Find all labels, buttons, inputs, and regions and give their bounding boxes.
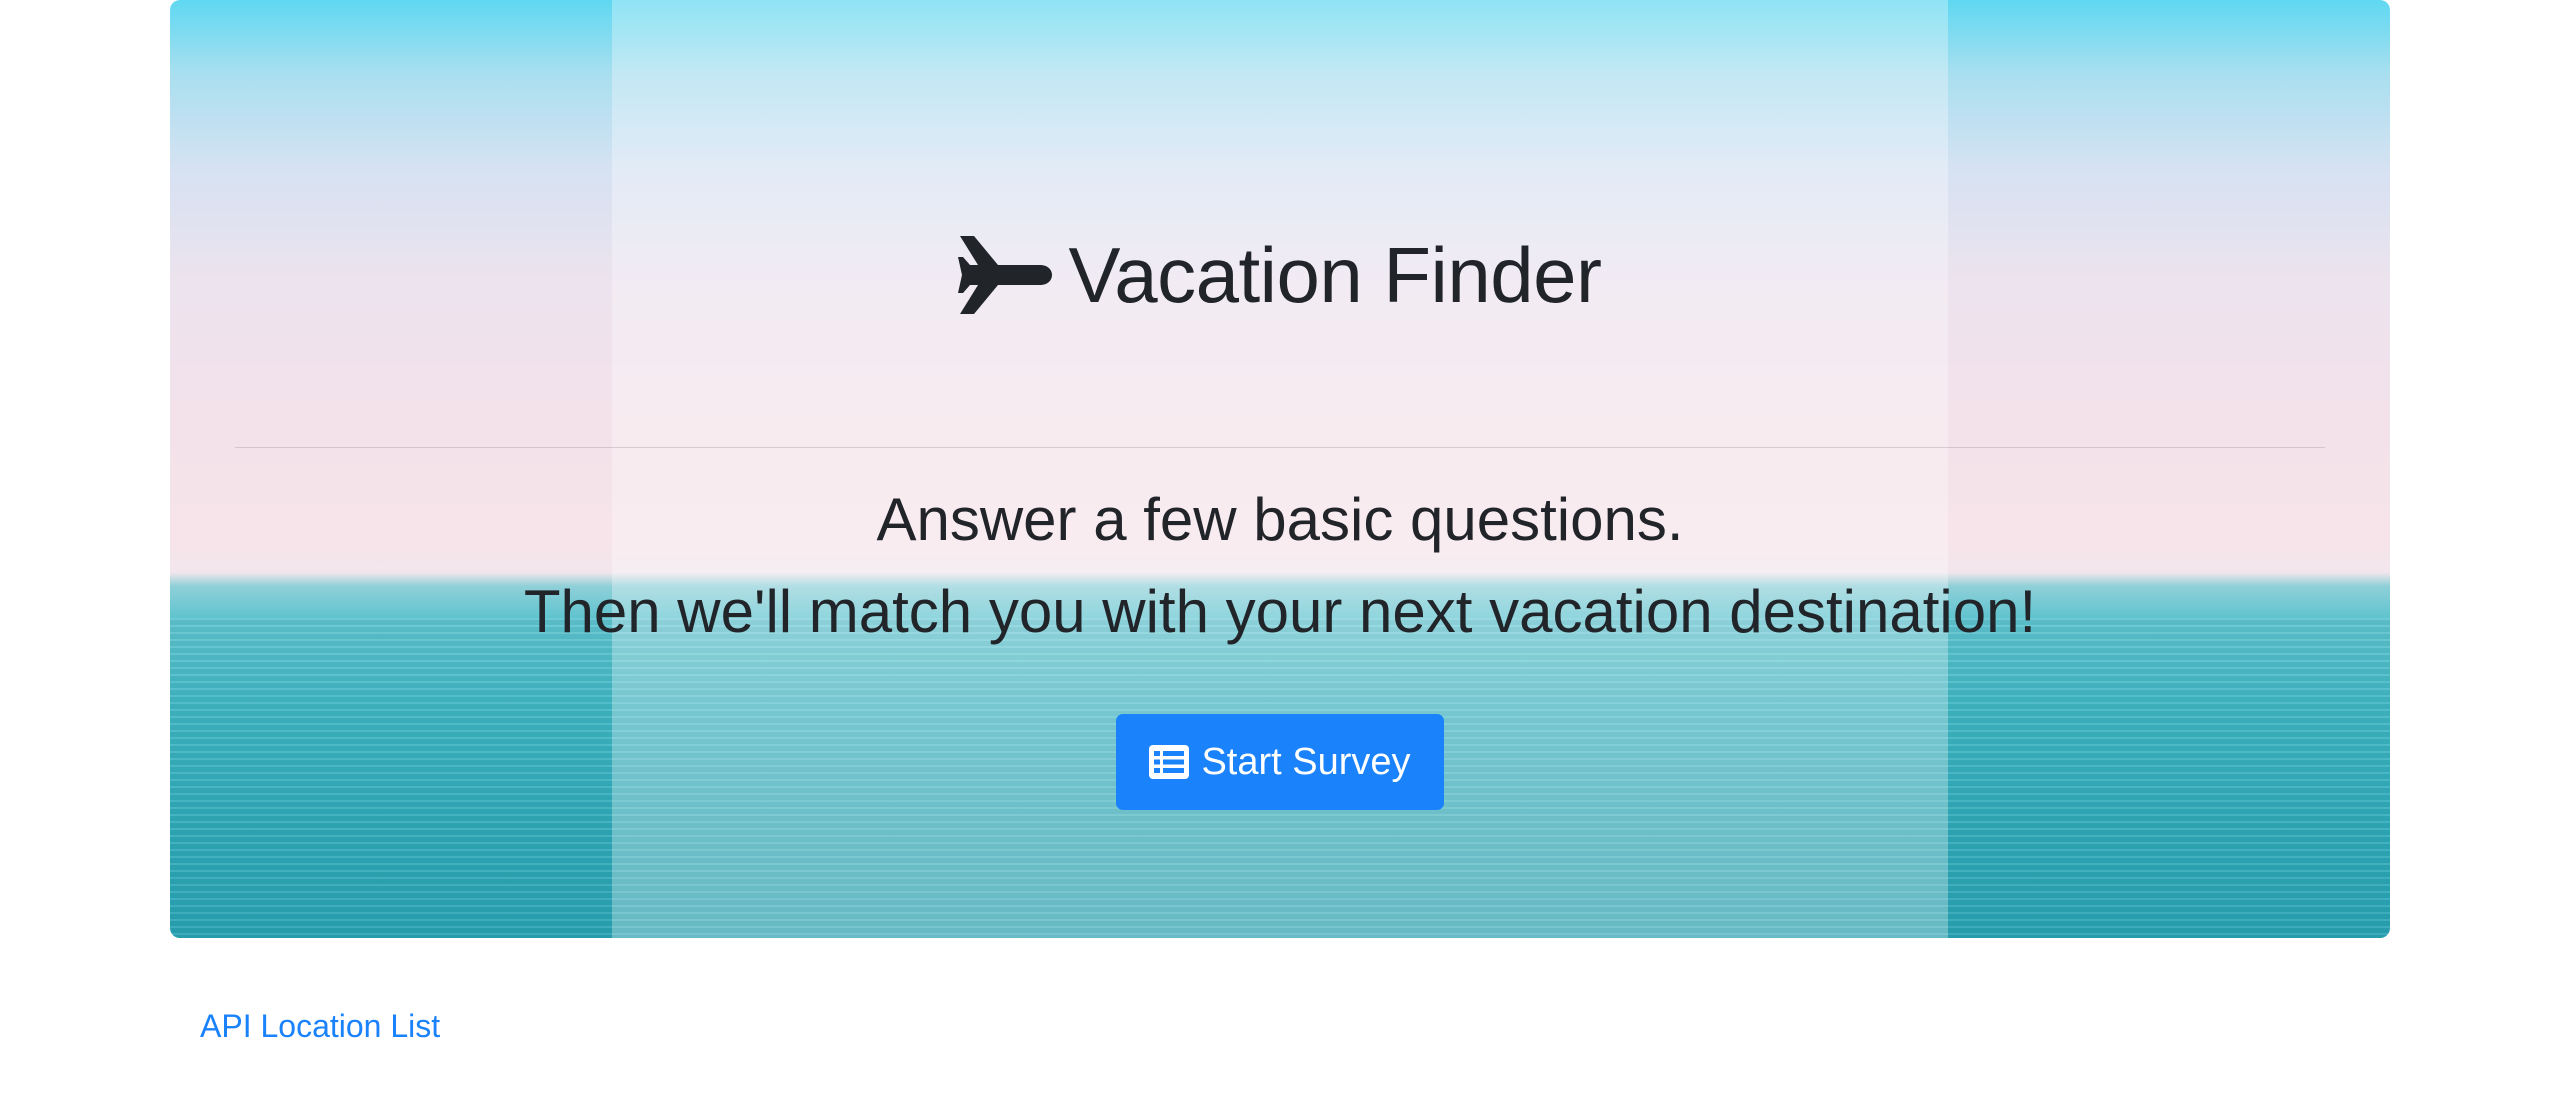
divider [235, 447, 2325, 448]
hero-jumbotron: Vacation Finder Answer a few basic quest… [170, 0, 2390, 938]
lead-line-1: Answer a few basic questions. [876, 486, 1684, 553]
start-survey-button[interactable]: Start Survey [1116, 714, 1444, 810]
airplane-icon [958, 233, 1053, 317]
hero-content: Vacation Finder Answer a few basic quest… [170, 0, 2390, 938]
page-title: Vacation Finder [1068, 231, 1602, 319]
lead-line-2: Then we'll match you with your next vaca… [523, 578, 2037, 645]
api-location-list-link[interactable]: API Location List [200, 1008, 440, 1045]
title-row: Vacation Finder [170, 220, 2390, 330]
start-survey-label: Start Survey [1201, 740, 1411, 783]
list-icon [1149, 745, 1190, 779]
